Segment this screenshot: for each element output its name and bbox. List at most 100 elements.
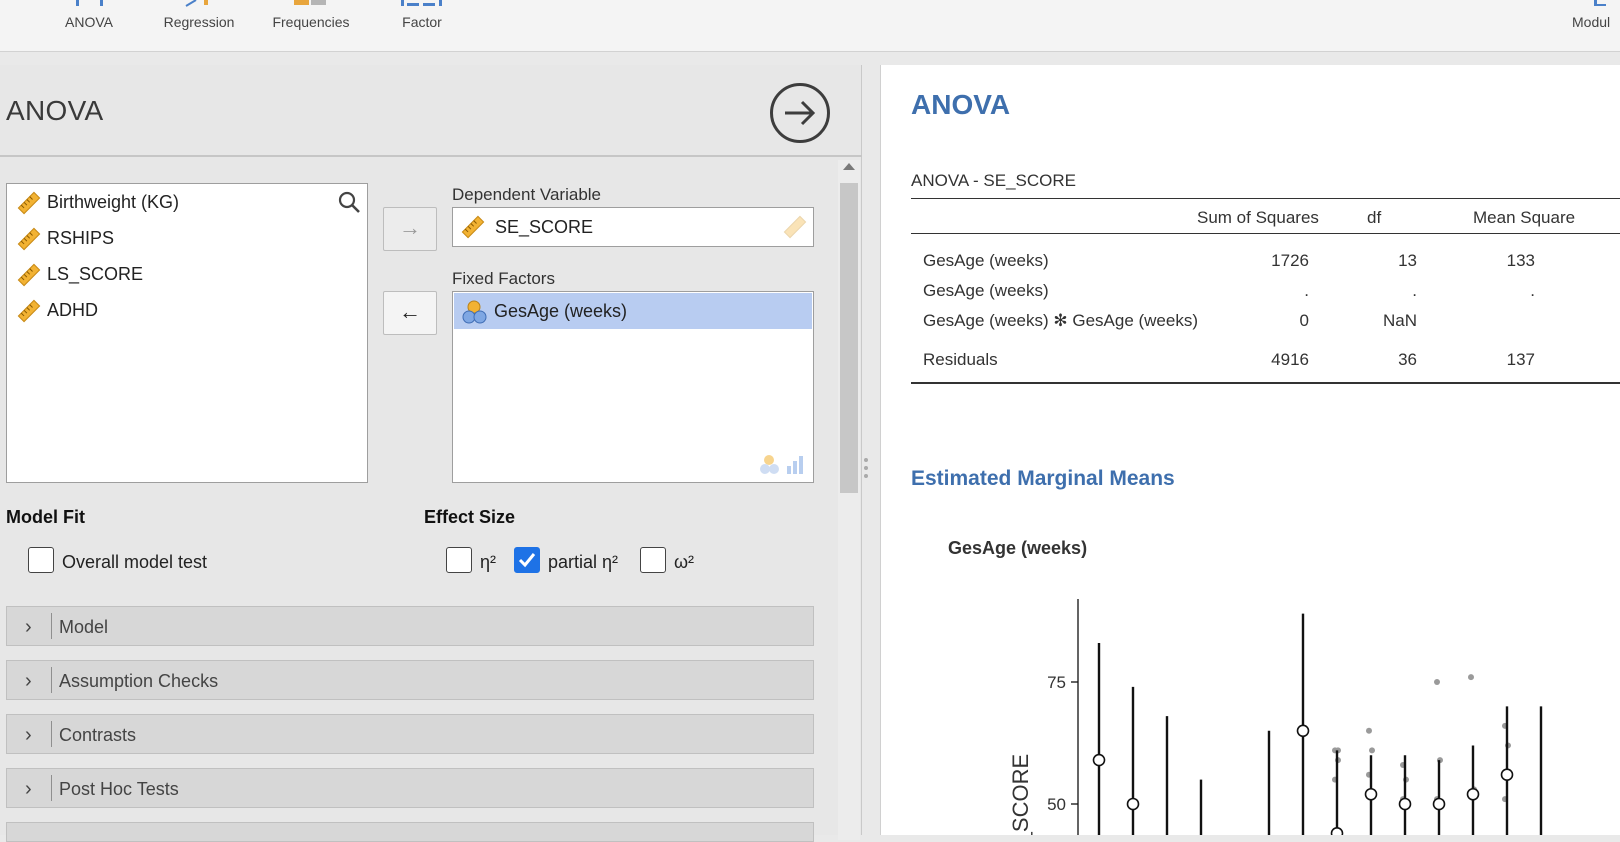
section-divider xyxy=(51,613,52,639)
table-header-rule xyxy=(911,233,1620,234)
ruler-icon xyxy=(17,191,41,215)
row-ss: 1726 xyxy=(1271,251,1309,270)
ribbon-frequencies-button[interactable]: Frequencies xyxy=(266,0,356,52)
ribbon-regression-button[interactable]: Regression xyxy=(158,0,240,52)
emm-plot: 50 75 SE_SCORE xyxy=(1008,599,1543,835)
mean-marker xyxy=(1296,724,1310,738)
nominal-variable-icon xyxy=(462,300,487,324)
mean-marker xyxy=(1500,768,1514,782)
run-analysis-button[interactable] xyxy=(770,83,830,143)
variable-label: ADHD xyxy=(47,300,99,320)
row-term: Residuals xyxy=(923,350,998,369)
column-header-ms: Mean Square xyxy=(1473,208,1576,227)
checkmark-icon xyxy=(518,553,536,568)
data-point xyxy=(1468,674,1474,681)
ruler-icon xyxy=(461,215,485,239)
variable-label: Birthweight (KG) xyxy=(47,192,180,212)
fixed-factors-box[interactable]: GesAge (weeks) xyxy=(452,291,814,483)
options-title: ANOVA xyxy=(6,95,104,126)
ruler-icon xyxy=(17,227,41,251)
omega-squared-checkbox[interactable] xyxy=(640,547,666,573)
row-term: GesAge (weeks) ✻ GesAge (weeks) xyxy=(923,311,1199,330)
variable-item[interactable]: Birthweight (KG) xyxy=(15,188,315,218)
mean-marker xyxy=(1466,787,1480,801)
chevron-right-icon: › xyxy=(25,616,32,638)
section-divider xyxy=(51,667,52,693)
variable-label: LS_SCORE xyxy=(47,264,144,284)
row-ms: . xyxy=(1530,281,1535,300)
fixed-factors-label: Fixed Factors xyxy=(452,269,555,288)
table-bottom-rule xyxy=(911,382,1620,384)
chevron-right-icon: › xyxy=(25,778,32,800)
variable-item[interactable]: LS_SCORE xyxy=(15,260,315,290)
regression-icon xyxy=(185,0,208,7)
ribbon-modules-button[interactable]: Modul xyxy=(1572,0,1620,52)
overall-model-test-label: Overall model test xyxy=(62,552,208,572)
variable-item[interactable]: ADHD xyxy=(15,296,315,326)
scrollbar-thumb[interactable] xyxy=(840,183,858,493)
y-axis-label: SE_SCORE xyxy=(1008,754,1033,835)
section-label: Assumption Checks xyxy=(59,671,219,691)
section-post-hoc-tests[interactable]: › Post Hoc Tests xyxy=(6,768,814,808)
section-label: Post Hoc Tests xyxy=(59,779,179,799)
allowed-types-icon xyxy=(760,455,803,474)
chevron-right-icon: › xyxy=(25,670,32,692)
section-model[interactable]: › Model xyxy=(6,606,814,646)
row-df: . xyxy=(1412,281,1417,300)
ribbon-factor-label: Factor xyxy=(402,14,442,30)
results-panel: ANOVA ANOVA - SE_SCORE Sum of Squares df… xyxy=(880,65,1620,835)
factor-icon xyxy=(401,0,442,6)
results-title: ANOVA xyxy=(911,89,1011,120)
anova-icon xyxy=(76,0,103,6)
fixed-factor-item[interactable]: GesAge (weeks) xyxy=(454,293,812,329)
dependent-variable-value: SE_SCORE xyxy=(495,217,594,237)
overall-model-test-checkbox[interactable] xyxy=(28,547,54,573)
scroll-up-icon[interactable] xyxy=(843,163,855,170)
section-label: Contrasts xyxy=(59,725,137,745)
scale-type-ruler-icon xyxy=(783,215,807,239)
y-tick-label: 50 xyxy=(1047,795,1066,814)
row-ss: . xyxy=(1304,281,1309,300)
remove-fixed-factor-button[interactable]: ← xyxy=(383,291,437,335)
modules-icon xyxy=(1594,0,1606,6)
chevron-right-icon: › xyxy=(25,724,32,746)
options-panel: ANOVA Birthweight (KG) RSHIPS LS_SCORE A… xyxy=(0,65,862,842)
variable-label: RSHIPS xyxy=(47,228,115,248)
data-point xyxy=(1434,679,1440,685)
eta-squared-label: η² xyxy=(480,552,497,572)
ribbon-frequencies-label: Frequencies xyxy=(272,14,350,30)
frequencies-icon xyxy=(294,0,326,5)
mean-marker xyxy=(1330,826,1344,835)
section-assumption-checks[interactable]: › Assumption Checks xyxy=(6,660,814,700)
data-point xyxy=(1369,747,1375,754)
dependent-variable-label: Dependent Variable xyxy=(452,185,602,204)
ruler-icon xyxy=(17,299,41,323)
ribbon-anova-button[interactable]: ANOVA xyxy=(58,0,120,52)
partial-eta-squared-checkbox[interactable] xyxy=(514,547,540,573)
effect-size-title: Effect Size xyxy=(424,507,516,527)
dependent-variable-box[interactable]: SE_SCORE xyxy=(452,207,814,247)
section-more[interactable] xyxy=(6,822,814,842)
variable-item[interactable]: RSHIPS xyxy=(15,224,315,254)
section-label: Model xyxy=(59,617,109,637)
column-header-ss: Sum of Squares xyxy=(1197,208,1319,227)
panel-splitter[interactable] xyxy=(864,458,868,484)
arrow-right-circle-icon xyxy=(785,100,816,126)
section-contrasts[interactable]: › Contrasts xyxy=(6,714,814,754)
mean-marker xyxy=(1432,797,1446,811)
mean-marker xyxy=(1126,797,1140,811)
data-point xyxy=(1366,727,1372,734)
search-icon[interactable] xyxy=(337,190,361,214)
assign-dependent-button[interactable]: → xyxy=(383,207,437,251)
ribbon-factor-button[interactable]: Factor xyxy=(395,0,449,52)
mean-marker xyxy=(1092,753,1106,767)
mean-marker xyxy=(1398,797,1412,811)
ribbon-toolbar: ANOVA Regression Frequencies Factor Modu… xyxy=(0,0,1620,52)
omega-squared-label: ω² xyxy=(674,552,695,572)
y-tick-label: 75 xyxy=(1047,673,1066,692)
eta-squared-checkbox[interactable] xyxy=(446,547,472,573)
row-ss: 0 xyxy=(1299,311,1309,330)
row-df: NaN xyxy=(1382,311,1417,330)
ribbon-anova-label: ANOVA xyxy=(65,14,113,30)
available-variables-list[interactable]: Birthweight (KG) RSHIPS LS_SCORE ADHD xyxy=(6,183,368,483)
